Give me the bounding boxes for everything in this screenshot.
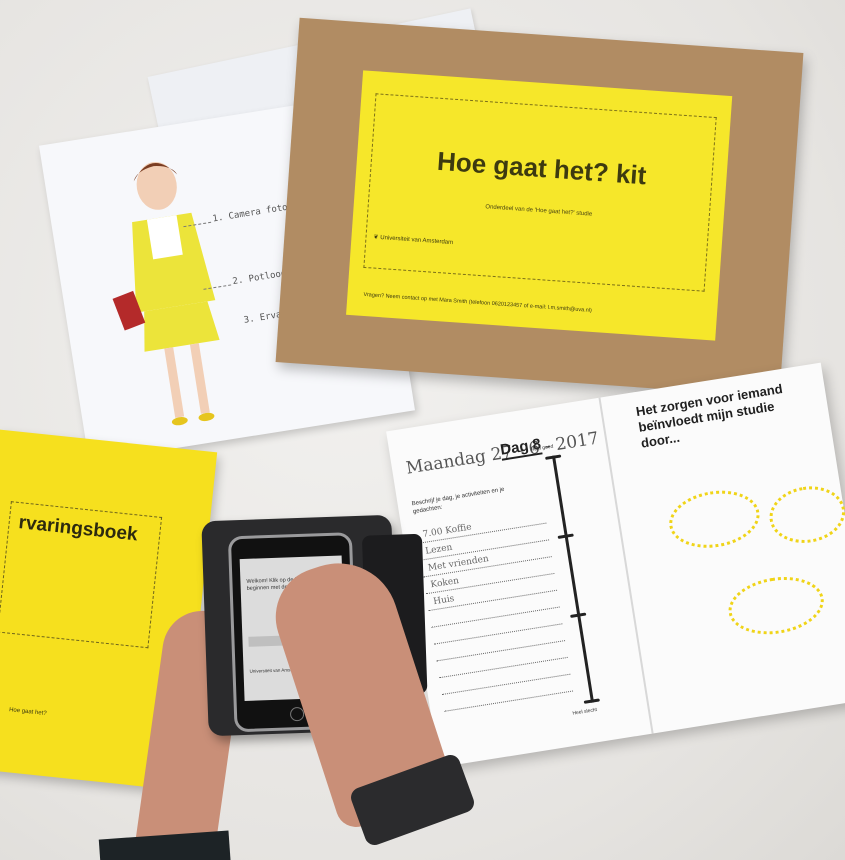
thought-bubble <box>765 481 845 549</box>
kit-footer: Vragen? Neem contact op met Mara Smith (… <box>363 291 592 314</box>
jacket-sleeve <box>98 830 232 860</box>
notebook-prompt: Beschrijf je dag, je activiteiten en je … <box>411 486 505 516</box>
thought-bubble <box>665 484 764 555</box>
thought-bubble <box>724 570 828 641</box>
photo-scene: 1. Camera fotoblog 2. Potlood 3. Ervar H… <box>0 0 845 860</box>
kit-box: Hoe gaat het? kit Onderdeel van de 'Hoe … <box>275 17 804 398</box>
open-notebook: Maandag 27 - 6 - 2017 Dag 8 Beschrijf je… <box>386 362 845 768</box>
mood-scale <box>545 454 600 704</box>
scale-bottom-label: Heel slecht <box>572 706 598 717</box>
booklet-small-text: Hoe gaat het? <box>8 707 47 718</box>
notebook-heading: Het zorgen voor iemand beïnvloedt mijn s… <box>634 381 784 451</box>
kit-box-label: Hoe gaat het? kit Onderdeel van de 'Hoe … <box>346 70 733 341</box>
woman-illustration <box>112 161 220 426</box>
